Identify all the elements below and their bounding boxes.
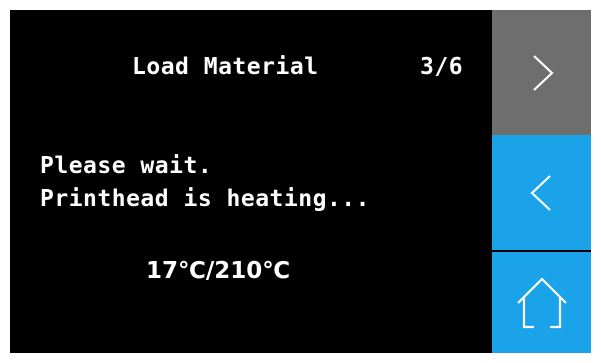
next-button[interactable] [492,10,591,135]
home-button[interactable] [492,252,591,353]
page-title: Load Material [132,54,319,80]
side-panel [492,10,591,353]
chevron-left-icon [522,168,562,218]
home-icon [514,273,570,333]
status-message-line-1: Please wait. [40,153,213,179]
status-message: Please wait. Printhead is heating... [40,150,370,216]
printer-screen: Load Material 3/6 Please wait. Printhead… [10,10,591,353]
temperature-readout: 17℃/210℃ [146,258,291,284]
main-panel: Load Material 3/6 Please wait. Printhead… [10,10,492,353]
chevron-right-icon [522,48,562,98]
back-button[interactable] [492,135,591,250]
step-counter: 3/6 [420,54,464,80]
status-message-line-2: Printhead is heating... [40,186,370,212]
